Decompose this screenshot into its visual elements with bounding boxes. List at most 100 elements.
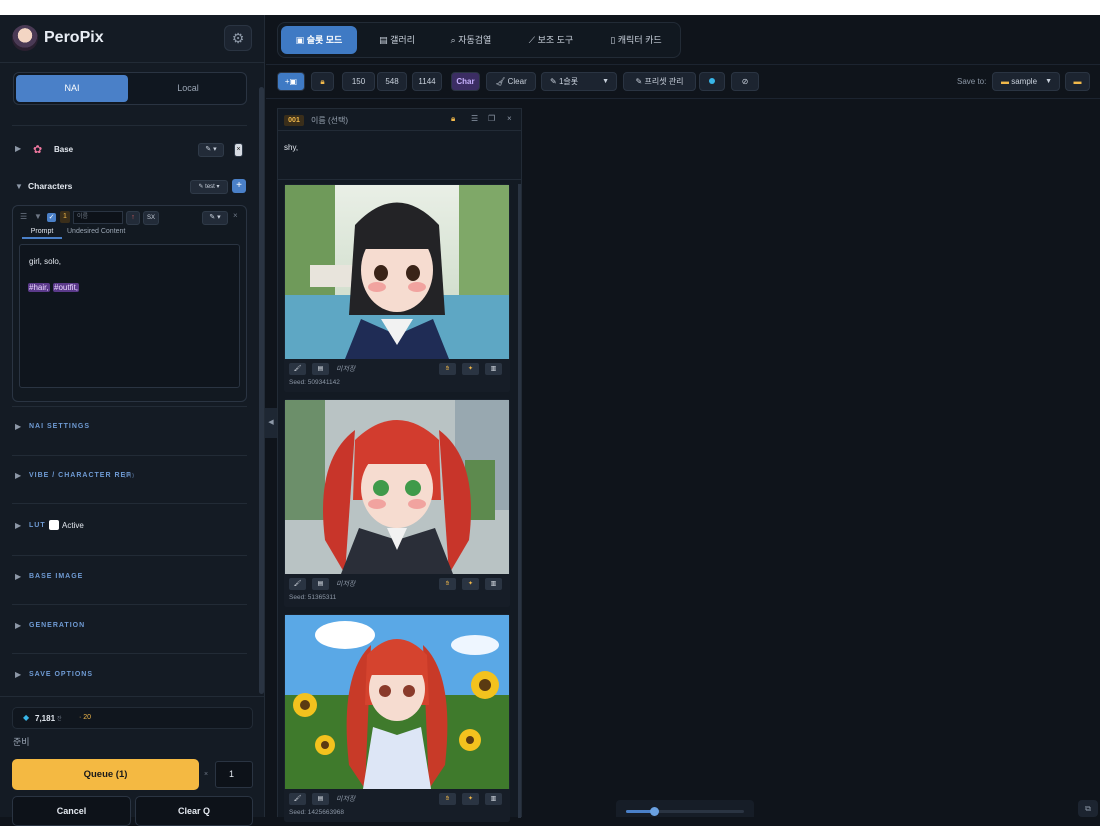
thumbs-down-button[interactable]: ✋︎	[439, 793, 456, 805]
slot-prompt-text: shy,	[284, 143, 299, 152]
duplicate-icon[interactable]: ❐	[488, 114, 495, 123]
character-name-input[interactable]: 이름	[73, 211, 123, 224]
save-folder-select[interactable]: ▬ sample ▼	[992, 72, 1060, 91]
brush-button[interactable]: 🖌︎	[289, 793, 306, 805]
generated-image[interactable]	[285, 185, 509, 359]
delete-button[interactable]: ▥	[485, 363, 502, 375]
image-card[interactable]: 🖌︎ ▤ 미저장 ✋︎ ✦ ▥ Seed: 1425663968	[284, 614, 510, 822]
size-input[interactable]: 1144	[412, 72, 442, 91]
characters-label: Characters	[28, 181, 73, 191]
save-button[interactable]: ▤	[312, 578, 329, 590]
main-nav: ▣ 슬롯 모드 ▤ 갤러리 ⌕ 자동검열 ⟋ 보조 도구 ▯ 캐릭터 카드	[277, 22, 681, 58]
close-icon[interactable]: ×	[507, 114, 512, 123]
link-button[interactable]: ⊘	[731, 72, 759, 91]
save-options-header[interactable]: ▶ SAVE OPTIONS	[12, 666, 247, 686]
zoom-slider[interactable]	[616, 800, 754, 817]
collapse-icon[interactable]: ▼	[34, 212, 42, 221]
enhance-button[interactable]: ✦	[462, 363, 479, 375]
sx-button[interactable]: SX	[143, 211, 159, 225]
tab-undesired-content[interactable]: Undesired Content	[67, 228, 137, 235]
image-actions: 🖌︎ ▤ 미저장 ✋︎ ✦ ▥ Seed: 509341142	[284, 359, 510, 392]
slot-name-input[interactable]: 이름 (선택)	[311, 115, 348, 126]
clear-button[interactable]: 🧹︎ Clear	[486, 72, 536, 91]
drag-handle-icon[interactable]: ☰	[20, 212, 27, 221]
generated-image[interactable]	[285, 615, 509, 789]
lut-active-checkbox[interactable]	[49, 520, 59, 530]
height-input[interactable]: 548	[377, 72, 407, 91]
add-character-button[interactable]: +	[232, 179, 246, 193]
slot-count-select[interactable]: ✎ 1슬롯 ▼	[541, 72, 617, 91]
wildcard-tag: #hair,	[28, 283, 50, 292]
gallery-icon: ▤	[379, 35, 388, 45]
char-toggle[interactable]: Char	[451, 72, 480, 91]
settings-button[interactable]: ⚙	[224, 25, 252, 51]
vibe-section-header[interactable]: ▶ VIBE / CHARACTER REF (맥)	[12, 467, 247, 487]
characters-preset-select[interactable]: ✎ test ▾	[190, 180, 228, 194]
sidebar-scrollbar[interactable]	[259, 87, 264, 694]
expand-icon: ▶	[15, 621, 22, 630]
enhance-button[interactable]: ✦	[462, 578, 479, 590]
tab-slot-mode[interactable]: ▣ 슬롯 모드	[281, 26, 357, 54]
brush-button[interactable]: 🖌︎	[289, 363, 306, 375]
window-icon: ⧉	[1085, 804, 1091, 813]
close-icon[interactable]: ×	[233, 211, 238, 220]
enhance-button[interactable]: ✦	[462, 793, 479, 805]
move-up-button[interactable]: ↑	[126, 211, 140, 225]
nai-settings-header[interactable]: ▶ NAI SETTINGS	[12, 418, 247, 438]
lock-icon[interactable]: 🔒︎	[451, 114, 455, 124]
anlas-value: 7,181	[35, 714, 56, 723]
slot-scrollbar[interactable]	[518, 184, 521, 818]
save-button[interactable]: ▤	[312, 793, 329, 805]
tab-gallery[interactable]: ▤ 갤러리	[362, 26, 432, 54]
anlas-sub: 잔	[57, 716, 62, 722]
quantity-input[interactable]: 1	[215, 761, 253, 788]
clear-queue-button[interactable]: Clear Q	[135, 796, 253, 826]
save-to-label: Save to:	[957, 77, 987, 86]
tab-tools[interactable]: ⟋ 보조 도구	[512, 26, 590, 54]
menu-icon[interactable]: ☰	[471, 114, 478, 123]
character-enable-checkbox[interactable]: ✓	[47, 213, 56, 222]
base-preset-button[interactable]: ✎ ▾	[198, 143, 224, 157]
slider-handle[interactable]	[650, 807, 659, 816]
lock-button[interactable]: 🔒︎	[311, 72, 334, 91]
open-folder-button[interactable]: ▬	[1065, 72, 1090, 91]
tab-character-card[interactable]: ▯ 캐릭터 카드	[596, 26, 676, 54]
collapse-sidebar-button[interactable]: ◀	[265, 408, 277, 438]
pencil-icon: ✎	[635, 77, 643, 86]
save-button[interactable]: ▤	[312, 363, 329, 375]
queue-button[interactable]: Queue (1)	[12, 759, 199, 790]
delete-button[interactable]: ▥	[485, 793, 502, 805]
tab-auto-censor[interactable]: ⌕ 자동검열	[434, 26, 508, 54]
base-remove-button[interactable]: ×	[234, 143, 243, 157]
slot-icon: ▣	[295, 35, 305, 45]
slot-prompt-textarea[interactable]: shy,	[278, 132, 521, 180]
character-prompt-textarea[interactable]: girl, solo, #hair, #outfit,	[19, 244, 240, 388]
image-card[interactable]: 🖌︎ ▤ 미저장 ✋︎ ✦ ▥ Seed: 51365311	[284, 399, 510, 607]
thumbs-down-button[interactable]: ✋︎	[439, 363, 456, 375]
brush-button[interactable]: 🖌︎	[289, 578, 306, 590]
generation-header[interactable]: ▶ GENERATION	[12, 617, 247, 637]
add-slot-button[interactable]: +▣	[277, 72, 305, 91]
mode-nai-button[interactable]: NAI	[16, 75, 128, 102]
characters-section-header[interactable]: ▼ Characters ✎ test ▾ +	[12, 177, 247, 197]
base-section-header[interactable]: ▶ ✿ Base ✎ ▾ ×	[12, 140, 247, 160]
seed-text: Seed: 1425663968	[289, 809, 344, 816]
cancel-button[interactable]: Cancel	[12, 796, 131, 826]
character-preset-button[interactable]: ✎ ▾	[202, 211, 228, 225]
layout-toggle-button[interactable]: ⧉	[1078, 800, 1098, 817]
tab-prompt[interactable]: Prompt	[22, 228, 62, 239]
status-dot-button[interactable]	[699, 72, 725, 91]
lut-section-header[interactable]: ▶ LUT Active	[12, 517, 247, 537]
preset-manager-button[interactable]: ✎ 프리셋 관리	[623, 72, 696, 91]
image-card[interactable]: 🖌︎ ▤ 미저장 ✋︎ ✦ ▥ Seed: 509341142	[284, 184, 510, 392]
gear-icon: ⚙	[231, 30, 245, 46]
pencil-icon: ✎ ▾	[209, 214, 221, 221]
generated-image[interactable]	[285, 400, 509, 574]
delete-button[interactable]: ▥	[485, 578, 502, 590]
thumbs-down-button[interactable]: ✋︎	[439, 578, 456, 590]
mode-local-button[interactable]: Local	[132, 75, 244, 102]
base-image-header[interactable]: ▶ BASE IMAGE	[12, 568, 247, 588]
width-input[interactable]: 150	[342, 72, 375, 91]
vibe-sub-label: (맥)	[124, 473, 135, 479]
folder-icon: ▬	[1073, 77, 1082, 86]
